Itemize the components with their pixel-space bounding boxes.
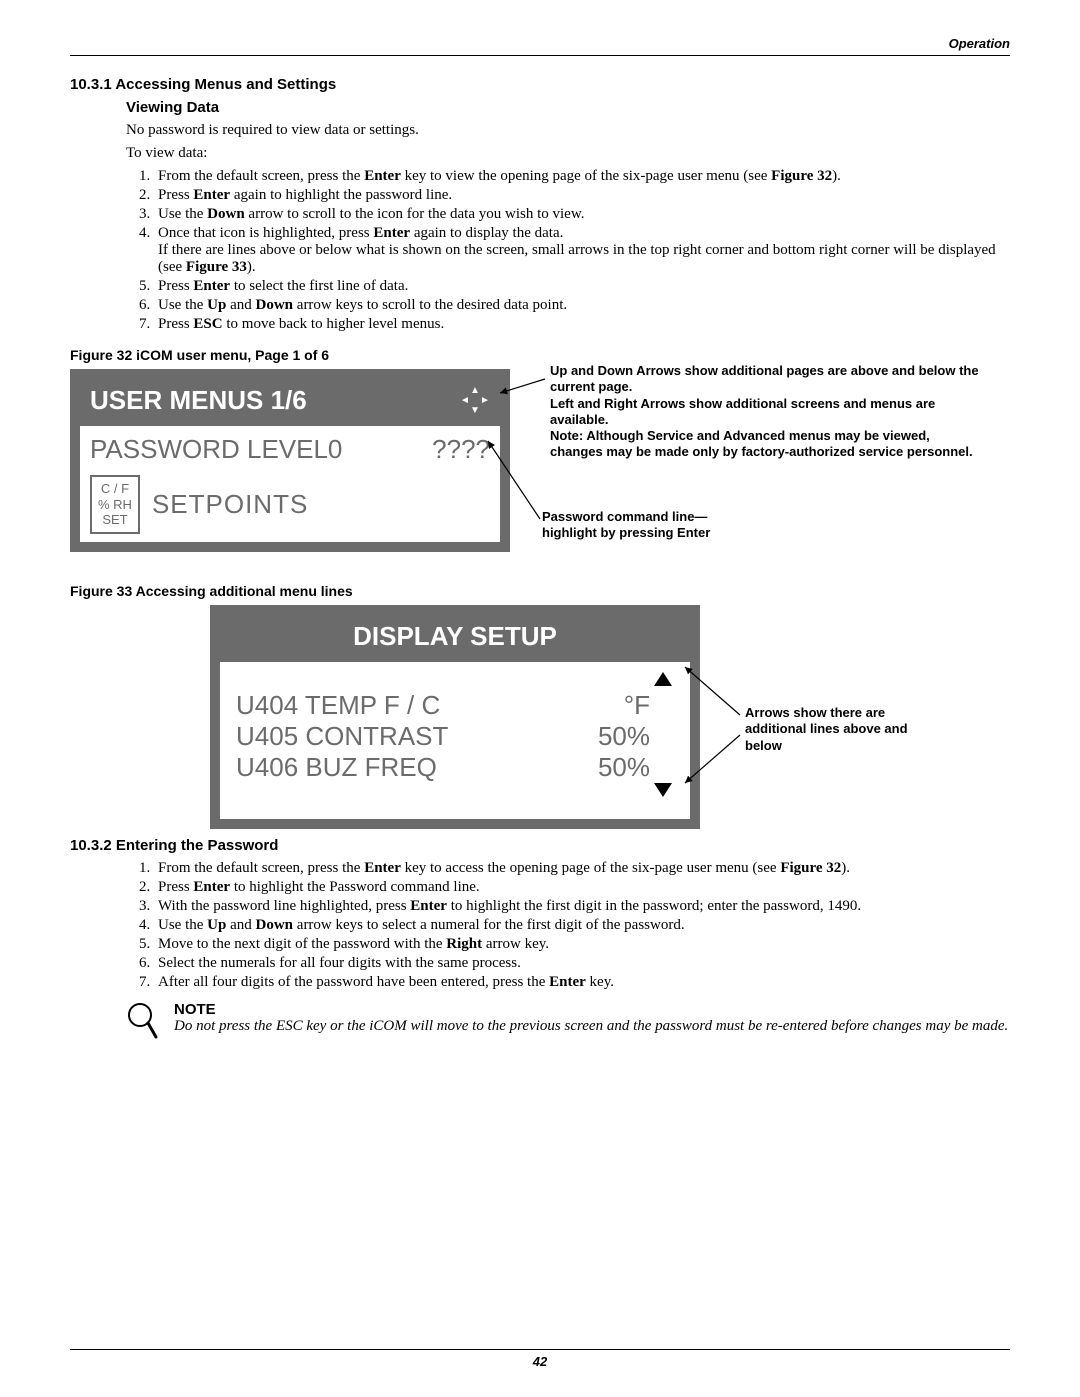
magnifier-icon — [126, 1001, 160, 1046]
note-title: NOTE — [174, 1001, 1008, 1018]
list-item: Move to the next digit of the password w… — [154, 936, 1010, 953]
list-item: Press Enter to highlight the Password co… — [154, 879, 1010, 896]
setpoints-icon-box: C / F % RH SET — [90, 475, 140, 534]
section-heading-1: 10.3.1 Accessing Menus and Settings — [70, 76, 1010, 93]
display-row-label: U406 BUZ FREQ — [236, 752, 437, 783]
section-number: 10.3.1 — [70, 76, 112, 93]
list-item: From the default screen, press the Enter… — [154, 860, 1010, 877]
section-number: 10.3.2 — [70, 837, 112, 854]
list-item: Once that icon is highlighted, press Ent… — [154, 225, 1010, 276]
figure-32-caption: Figure 32 iCOM user menu, Page 1 of 6 — [70, 347, 1010, 363]
annotation-nav-arrows: Up and Down Arrows show additional pages… — [550, 363, 980, 461]
nav-arrows-icon: ▲ ◄► ▼ — [460, 386, 490, 416]
list-item: After all four digits of the password ha… — [154, 974, 1010, 991]
list-item: Use the Down arrow to scroll to the icon… — [154, 206, 1010, 223]
section-title: Accessing Menus and Settings — [115, 76, 336, 93]
display-row-value: 50% — [598, 752, 650, 783]
list-item: Press ESC to move back to higher level m… — [154, 316, 1010, 333]
paragraph: No password is required to view data or … — [126, 122, 1010, 139]
steps-list-1: From the default screen, press the Enter… — [126, 168, 1010, 333]
annotation-password-line: Password command line—highlight by press… — [542, 509, 762, 542]
display-row-value: °F — [624, 690, 650, 721]
triangle-up-icon — [654, 672, 672, 686]
note-text: Do not press the ESC key or the iCOM wil… — [174, 1018, 1008, 1035]
section-title: Entering the Password — [116, 837, 279, 854]
lcd-screen-user-menus: USER MENUS 1/6 ▲ ◄► ▼ PASSWORD LEVEL0 ??… — [70, 369, 510, 552]
list-item: Press Enter again to highlight the passw… — [154, 187, 1010, 204]
paragraph: To view data: — [126, 145, 1010, 162]
setpoints-label: SETPOINTS — [152, 489, 308, 520]
list-item: Press Enter to select the first line of … — [154, 278, 1010, 295]
section-heading-2: 10.3.2 Entering the Password — [70, 837, 1010, 854]
steps-list-2: From the default screen, press the Enter… — [126, 860, 1010, 991]
lcd-title: DISPLAY SETUP — [353, 621, 557, 652]
note-block: NOTE Do not press the ESC key or the iCO… — [126, 1001, 1010, 1046]
list-item: Use the Up and Down arrow keys to select… — [154, 917, 1010, 934]
page-footer: 42 — [70, 1349, 1010, 1369]
lcd-screen-display-setup: DISPLAY SETUP U404 TEMP F / C °F U405 CON… — [210, 605, 700, 829]
password-label: PASSWORD LEVEL0 — [90, 434, 342, 465]
list-item: From the default screen, press the Enter… — [154, 168, 1010, 185]
triangle-down-icon — [654, 783, 672, 797]
list-item: Use the Up and Down arrow keys to scroll… — [154, 297, 1010, 314]
page-header: Operation — [70, 36, 1010, 56]
annotation-scroll-arrows: Arrows show there are additional lines a… — [745, 705, 945, 754]
figure-33-caption: Figure 33 Accessing additional menu line… — [70, 583, 1010, 599]
subheading-viewing-data: Viewing Data — [126, 99, 1010, 116]
display-row-label: U404 TEMP F / C — [236, 690, 440, 721]
list-item: Select the numerals for all four digits … — [154, 955, 1010, 972]
list-item: With the password line highlighted, pres… — [154, 898, 1010, 915]
password-value: ???? — [432, 434, 490, 465]
lcd-title: USER MENUS 1/6 — [90, 385, 307, 416]
display-row-label: U405 CONTRAST — [236, 721, 448, 752]
display-row-value: 50% — [598, 721, 650, 752]
